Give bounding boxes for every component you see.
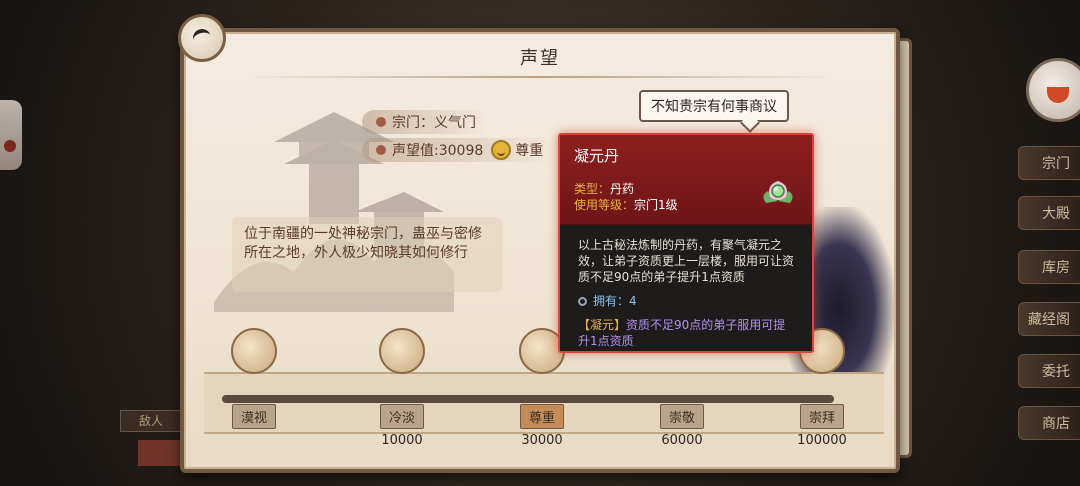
reputation-dot-icon [376,145,386,155]
sidebar-button-hall[interactable]: 大殿 [1018,196,1080,230]
item-tooltip: 凝元丹 类型：丹药 使用等级：宗门1级 以上古秘法炼制的丹药，有聚气凝元之效，让… [558,133,814,353]
item-owned-row: 拥有：4 [578,293,796,309]
disciple-avatar-button[interactable] [1026,58,1080,122]
item-level-value: 宗门1级 [634,198,678,212]
sidebar-button-library[interactable]: 藏经阁 [1018,302,1080,336]
sidebar-button-commission[interactable]: 委托 [1018,354,1080,388]
milestone-label: 冷淡 [379,404,424,429]
item-type-value: 丹药 [610,182,635,196]
item-meta: 类型：丹药 使用等级：宗门1级 [574,181,678,213]
milestone-label: 崇拜 [799,404,844,429]
sidebar-button-shop[interactable]: 商店 [1018,406,1080,440]
gear-icon [578,296,587,306]
milestone-value: 100000 [797,433,847,448]
milestone-label: 漠视 [231,404,276,429]
milestone-label: 崇敬 [659,404,704,429]
item-description: 以上古秘法炼制的丹药，有聚气凝元之效，让弟子资质更上一层楼，服用可让资质不足90… [578,238,795,284]
panel-title: 声望 [520,48,560,69]
item-type-key: 类型： [574,182,611,196]
game-screen: 宗门 大殿 库房 藏经阁 委托 商店 敌人 声望 宗门：义气门 声望值:3009… [0,0,1080,486]
reputation-value: 声望值:30098 [392,143,484,159]
sidebar-button-storage[interactable]: 库房 [1018,250,1080,284]
tooltip-header: 凝元丹 类型：丹药 使用等级：宗门1级 [560,135,812,225]
smiley-face-icon [491,140,512,160]
npc-speech-bubble: 不知贵宗有何事商议 [639,90,789,122]
lotus-pill-icon [763,181,793,203]
tooltip-body: 以上古秘法炼制的丹药，有聚气凝元之效，让弟子资质更上一层楼，服用可让资质不足90… [560,225,812,349]
item-effect: 【凝元】资质不足90点的弟子服用可提升1点资质 [578,317,796,349]
milestone-cold[interactable]: 冷淡 10000 [342,328,462,448]
reputation-row: 声望值:30098 尊重 [362,138,556,162]
scroll-reward-icon[interactable] [379,328,425,374]
item-name: 凝元丹 [574,147,620,165]
milestone-value: 60000 [661,433,703,448]
sect-icon [376,117,386,127]
sect-emblem-badge [178,14,226,62]
sect-name-row: 宗门：义气门 [362,110,488,134]
sect-description: 位于南疆的一处神秘宗门，蛊巫与密修所在之地，外人极少知晓其如何修行 [232,217,502,292]
item-level-key: 使用等级： [574,198,635,212]
milestone-value: 30000 [521,433,563,448]
reputation-status: 尊重 [515,143,544,159]
drum-reward-icon[interactable] [231,328,277,374]
milestone-label: 尊重 [519,404,564,429]
milestone-indifferent[interactable]: 漠视 [194,328,314,433]
item-effect-tag: 【凝元】 [578,318,627,332]
milestone-value: 10000 [381,433,423,448]
sect-name: 宗门：义气门 [392,115,476,131]
title-divider [244,76,836,78]
sidebar-button-sect[interactable]: 宗门 [1018,146,1080,180]
character-portrait-edge[interactable] [0,100,22,170]
item-owned: 拥有：4 [593,294,637,308]
